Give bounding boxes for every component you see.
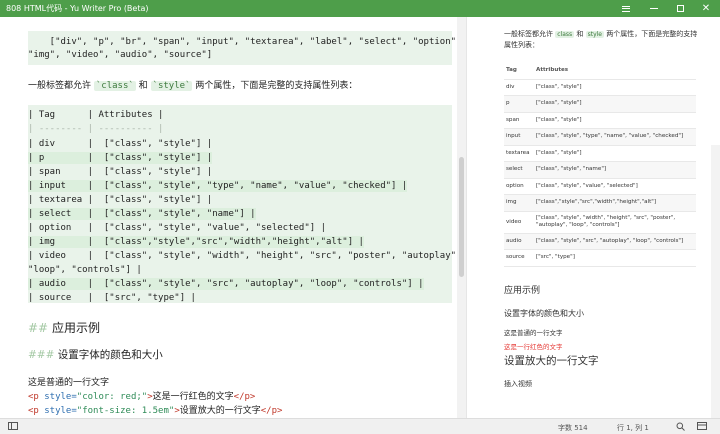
- maximize-icon: [676, 5, 684, 12]
- sidebar-toggle-icon[interactable]: [8, 422, 18, 432]
- table-row: div ["class", "style"]: [504, 79, 696, 96]
- markdown-editor[interactable]: ["div", "p", "br", "span", "input", "tex…: [0, 17, 466, 418]
- preview-big-text: 设置放大的一行文字: [504, 355, 599, 367]
- minimize-icon: [650, 8, 658, 9]
- search-icon[interactable]: [676, 422, 685, 433]
- preview-intro: 一般标签都允许 class 和 style 两个属性，下面是完整的支持属性列表：: [504, 30, 698, 49]
- heading-h3: ### 设置字体的颜色和大小: [28, 349, 163, 361]
- table-line: "loop", "controls"] |: [28, 265, 142, 275]
- html-line-red: <p style="color: red;">这是一行红色的文字</p>: [28, 392, 256, 402]
- table-row: option ["class", "style", "value", "selec…: [504, 178, 696, 195]
- table-line: | input | ["class", "style", "type", "na…: [28, 180, 408, 192]
- table-line: | video | ["class", "style", "width", "h…: [28, 251, 462, 261]
- preview-inline-code-class: class: [555, 31, 575, 38]
- view-mode-icon[interactable]: [697, 422, 707, 432]
- table-line: | p | ["class", "style"] |: [28, 152, 213, 164]
- table-line: | option | ["class", "style", "value", "…: [28, 223, 327, 233]
- plain-text-line: 这是普通的一行文字: [28, 378, 110, 388]
- status-bar: 字数 514 行 1, 列 1: [0, 418, 720, 434]
- table-line: | source | ["src", "type"] |: [28, 293, 196, 303]
- code-line: "img", "video", "audio", "source"]: [28, 50, 213, 60]
- table-line: | img | ["class","style","src","width","…: [28, 236, 364, 248]
- inline-code-style: `style`: [150, 81, 193, 91]
- table-line: | span | ["class", "style"] |: [28, 167, 213, 177]
- heading-h2: ## 应用示例: [28, 321, 100, 335]
- preview-insert-video: 插入视频: [504, 380, 532, 388]
- table-row: textarea ["class", "style"]: [504, 145, 696, 162]
- table-line: | Tag | Attributes |: [28, 110, 164, 120]
- table-row: p ["class", "style"]: [504, 95, 696, 113]
- close-button[interactable]: ✕: [693, 0, 719, 17]
- preview-h2: 应用示例: [504, 286, 541, 296]
- menu-icon: [622, 4, 630, 13]
- preview-h3: 设置字体的颜色和大小: [504, 309, 584, 318]
- table-line: | audio | ["class", "style", "src", "aut…: [28, 278, 424, 290]
- table-line: | textarea | ["class", "style"] |: [28, 195, 213, 205]
- editor-scrollbar[interactable]: [457, 17, 466, 418]
- table-line: | div | ["class", "style"] |: [28, 139, 213, 149]
- table-header: Tag: [504, 62, 534, 80]
- table-row: audio ["class", "style", "src", "autoplay…: [504, 233, 696, 250]
- table-row: source ["src", "type"]: [504, 249, 696, 267]
- table-row: video ["class", "style", "width", "height…: [504, 211, 696, 234]
- minimize-button[interactable]: [641, 0, 667, 17]
- editor-scrollbar-thumb[interactable]: [459, 157, 464, 277]
- attributes-table: Tag Attributes div ["class", "style"] p ["…: [504, 62, 696, 267]
- intro-paragraph: 一般标签都允许 `class` 和 `style` 两个属性，下面是完整的支持属…: [28, 81, 358, 91]
- word-count: 字数 514: [558, 424, 588, 432]
- preview-scrollbar[interactable]: [711, 145, 720, 418]
- maximize-button[interactable]: [667, 0, 693, 17]
- table-line: | -------- | ---------- |: [28, 124, 164, 134]
- table-row: input ["class", "style", "type", "name", …: [504, 128, 696, 146]
- preview-inline-code-style: style: [585, 31, 604, 38]
- preview-pane: 一般标签都允许 class 和 style 两个属性，下面是完整的支持属性列表：…: [478, 17, 720, 418]
- table-row: img ["class","style","src","width","heigh…: [504, 194, 696, 212]
- preview-red-text: 这是一行红色的文字: [504, 343, 563, 351]
- window-title: 808 HTML代码 - Yu Writer Pro (Beta): [6, 4, 149, 13]
- title-bar: 808 HTML代码 - Yu Writer Pro (Beta) ✕: [0, 0, 720, 17]
- inline-code-class: `class`: [93, 81, 136, 91]
- table-row: span ["class", "style"]: [504, 112, 696, 129]
- html-line-big: <p style="font-size: 1.5em">设置放大的一行文字</p…: [28, 406, 283, 416]
- cursor-position: 行 1, 列 1: [617, 424, 649, 432]
- pane-divider[interactable]: [466, 17, 467, 418]
- menu-button[interactable]: [613, 0, 639, 17]
- preview-plain-text: 这是普通的一行文字: [504, 329, 563, 337]
- close-icon: ✕: [701, 3, 711, 14]
- code-line: ["div", "p", "br", "span", "input", "tex…: [28, 37, 462, 47]
- table-line: | select | ["class", "style", "name"] |: [28, 208, 256, 220]
- table-header: Attributes: [534, 62, 696, 80]
- table-row: select ["class", "style", "name"]: [504, 161, 696, 179]
